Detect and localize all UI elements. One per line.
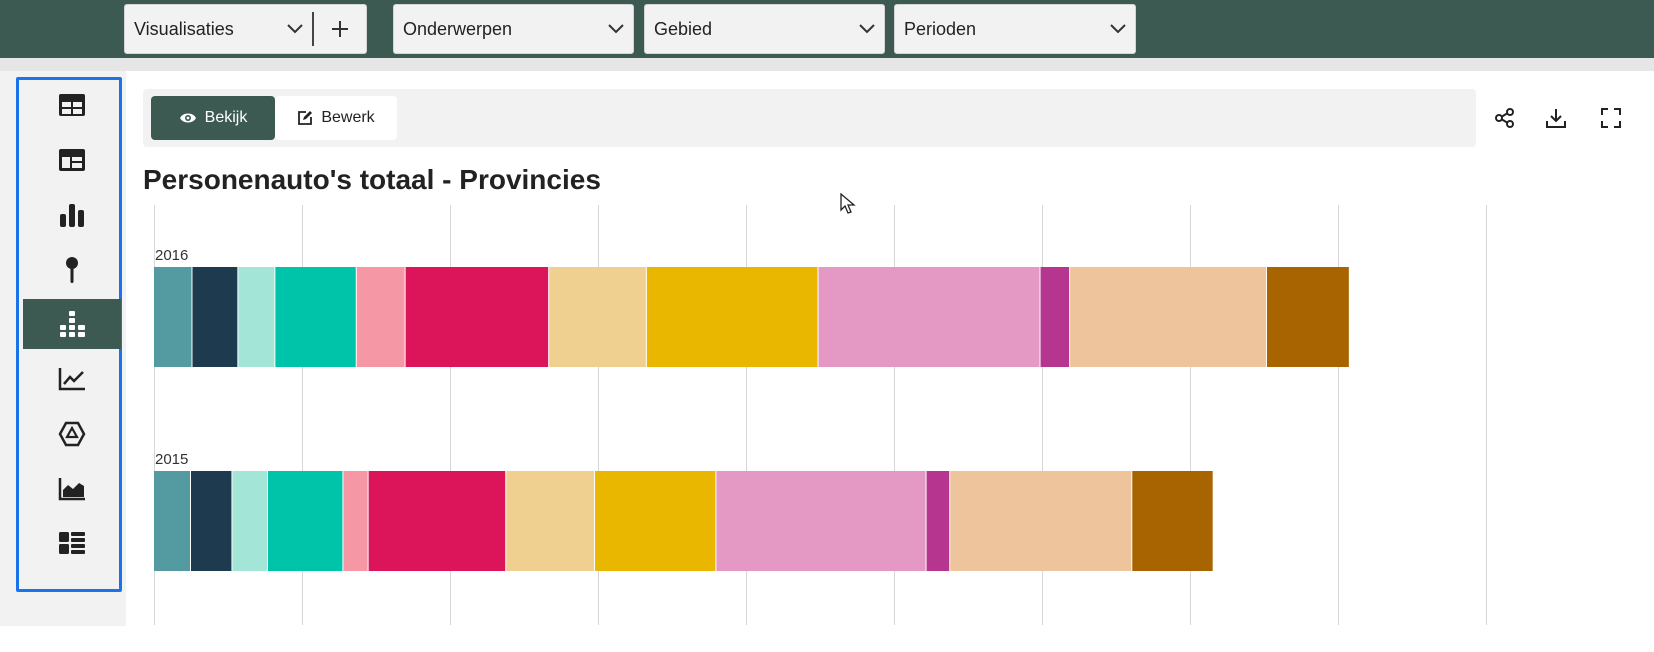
- chevron-down-icon: [599, 23, 633, 35]
- bar-segment[interactable]: [368, 471, 506, 571]
- edit-icon: [298, 111, 313, 125]
- bar-segment[interactable]: [926, 471, 950, 571]
- bar-segment[interactable]: [343, 471, 368, 571]
- bar-segment[interactable]: [238, 267, 275, 367]
- bar-segment[interactable]: [549, 267, 646, 367]
- bar-segment[interactable]: [267, 471, 343, 571]
- visualisaties-label: Visualisaties: [134, 18, 234, 39]
- bar-segment[interactable]: [716, 471, 926, 571]
- fullscreen-icon[interactable]: [1597, 104, 1625, 132]
- bar-segment[interactable]: [232, 471, 267, 571]
- bar-segment[interactable]: [950, 471, 1132, 571]
- chevron-down-icon[interactable]: [278, 23, 312, 35]
- bar-segment[interactable]: [154, 267, 192, 367]
- sidebar-item-dashboard-table[interactable]: [23, 135, 121, 185]
- bar-segment[interactable]: [646, 267, 818, 367]
- bar-segment[interactable]: [1266, 267, 1349, 367]
- perioden-dropdown[interactable]: Perioden: [894, 4, 1136, 54]
- bar-segment[interactable]: [356, 267, 405, 367]
- bar-segment[interactable]: [1040, 267, 1070, 367]
- bar-segment[interactable]: [154, 471, 190, 571]
- chevron-down-icon: [850, 23, 884, 35]
- bar-segment[interactable]: [595, 471, 716, 571]
- panel-toolbar: Bekijk Bewerk: [143, 89, 1476, 147]
- chart-title: Personenauto's totaal - Provincies: [143, 164, 601, 195]
- bar-segment[interactable]: [818, 267, 1040, 367]
- bar-segment[interactable]: [1132, 471, 1213, 571]
- gebied-label: Gebied: [654, 18, 713, 39]
- share-icon[interactable]: [1491, 104, 1519, 132]
- bar-segment[interactable]: [506, 471, 595, 571]
- onderwerpen-label: Onderwerpen: [403, 18, 513, 39]
- bar-segment[interactable]: [191, 471, 232, 571]
- sidebar-item-table[interactable]: [23, 80, 121, 130]
- dashboard-table-icon: [59, 149, 85, 171]
- view-button-label: Bekijk: [204, 109, 248, 126]
- add-icon[interactable]: [314, 19, 366, 39]
- edit-button[interactable]: Bewerk: [275, 96, 397, 140]
- view-button[interactable]: Bekijk: [151, 96, 275, 140]
- bar-category-label: 2016: [155, 247, 188, 264]
- bar-segment[interactable]: [1070, 267, 1266, 367]
- bar-segment[interactable]: [275, 267, 356, 367]
- mouse-cursor-icon: [840, 193, 856, 214]
- edit-button-label: Bewerk: [321, 109, 375, 126]
- bar-category-label: 2015: [155, 451, 188, 468]
- stacked-bar-chart: 2016 2015: [154, 205, 1487, 625]
- perioden-label: Perioden: [904, 18, 977, 39]
- top-bar: Visualisaties Onderwerpen Gebied Periode…: [0, 0, 1654, 58]
- visualisaties-dropdown[interactable]: Visualisaties: [124, 4, 367, 54]
- bar-segment[interactable]: [192, 267, 238, 367]
- chevron-down-icon: [1101, 23, 1135, 35]
- gebied-dropdown[interactable]: Gebied: [644, 4, 885, 54]
- onderwerpen-dropdown[interactable]: Onderwerpen: [393, 4, 634, 54]
- eye-icon: [179, 113, 196, 123]
- bar-segment[interactable]: [405, 267, 549, 367]
- download-icon[interactable]: [1542, 104, 1570, 132]
- top-bar-shadow: [0, 58, 1654, 71]
- table-icon: [59, 94, 85, 116]
